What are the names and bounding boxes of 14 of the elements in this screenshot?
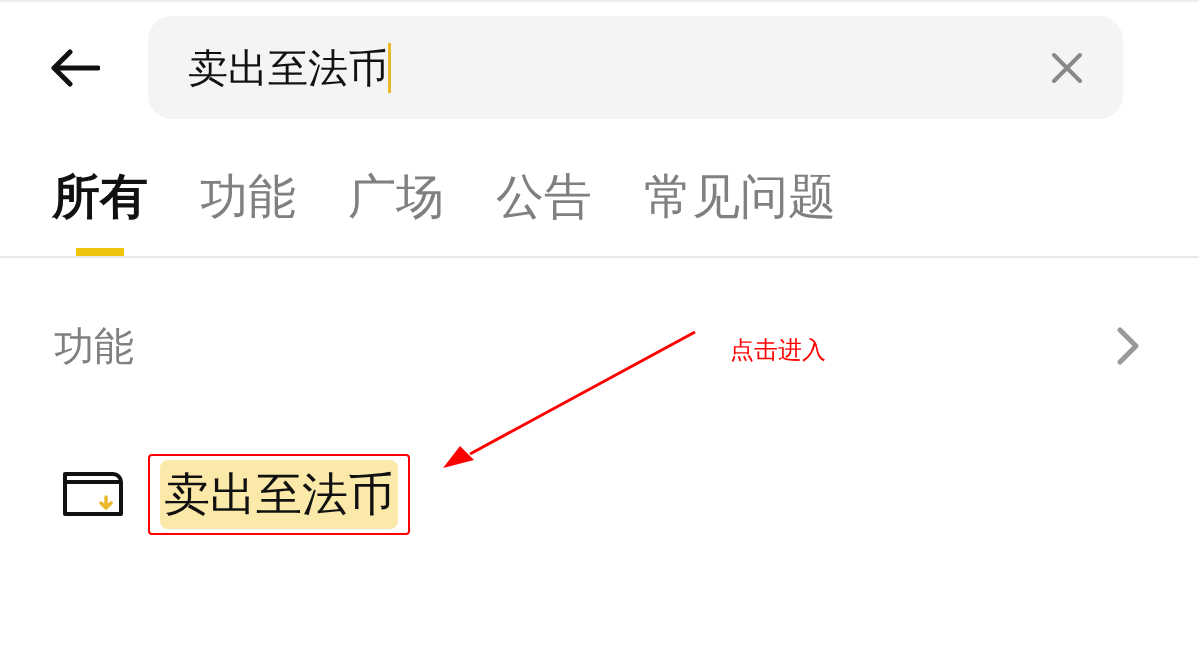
section-title: 功能 xyxy=(54,321,134,371)
back-icon[interactable] xyxy=(50,48,100,87)
chevron-right-icon[interactable] xyxy=(1117,326,1139,365)
search-text: 卖出至法币 xyxy=(188,43,388,93)
tab[interactable]: 功能 xyxy=(200,168,296,256)
wallet-icon xyxy=(62,470,124,519)
annotation-text: 点击进入 xyxy=(730,336,826,365)
tab[interactable]: 公告 xyxy=(496,168,592,256)
search-field[interactable]: 卖出至法币 xyxy=(148,16,1123,119)
result-item[interactable]: 卖出至法币 xyxy=(160,459,398,529)
tab[interactable]: 所有 xyxy=(52,168,148,256)
tab[interactable]: 常见问题 xyxy=(644,168,836,256)
close-icon[interactable] xyxy=(1051,51,1083,84)
tab[interactable]: 广场 xyxy=(348,168,444,256)
